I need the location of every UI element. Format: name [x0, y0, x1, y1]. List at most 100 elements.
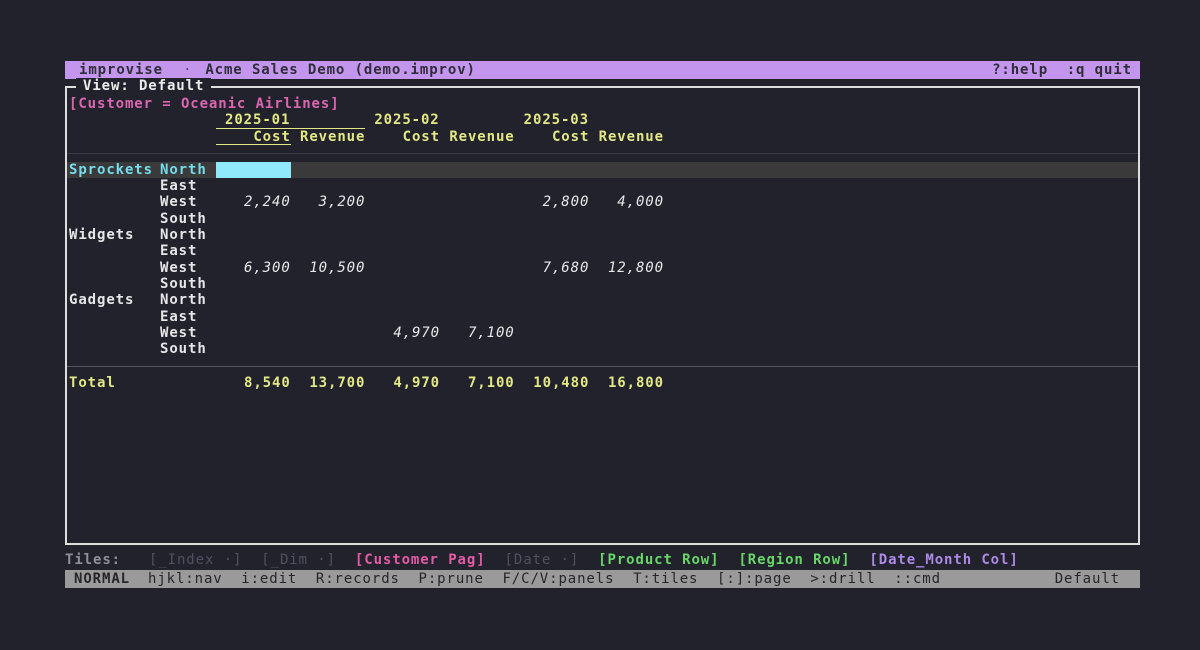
- cell-value[interactable]: [291, 292, 366, 308]
- cell-value[interactable]: [589, 276, 664, 292]
- cell-product[interactable]: [67, 178, 160, 194]
- cell-region[interactable]: West: [160, 325, 216, 341]
- measure-header[interactable]: Cost: [216, 129, 291, 145]
- cell-product[interactable]: [67, 325, 160, 341]
- cell-value[interactable]: [589, 243, 664, 259]
- cell-value[interactable]: [291, 325, 366, 341]
- cell-value[interactable]: [515, 243, 590, 259]
- cell-value[interactable]: 4,970: [365, 325, 440, 341]
- measure-header[interactable]: Revenue: [291, 129, 366, 145]
- cell-value[interactable]: [216, 309, 291, 325]
- cell-value[interactable]: [216, 178, 291, 194]
- cell-value[interactable]: [365, 227, 440, 243]
- cell-value[interactable]: [291, 227, 366, 243]
- measure-header[interactable]: Cost: [365, 129, 440, 145]
- cell-value[interactable]: [440, 227, 515, 243]
- cell-region[interactable]: North: [160, 227, 216, 243]
- cell-product[interactable]: [67, 260, 160, 276]
- cell-value[interactable]: [515, 325, 590, 341]
- cell-value[interactable]: 7,100: [440, 325, 515, 341]
- cell-value[interactable]: [589, 292, 664, 308]
- cell-region[interactable]: South: [160, 211, 216, 227]
- cell-value[interactable]: [216, 276, 291, 292]
- cell-value[interactable]: [365, 178, 440, 194]
- cell-region[interactable]: West: [160, 194, 216, 210]
- cell-value[interactable]: [365, 194, 440, 210]
- cell-value[interactable]: [291, 243, 366, 259]
- cell-value[interactable]: 12,800: [589, 260, 664, 276]
- cell-value[interactable]: [515, 162, 590, 178]
- cell-value[interactable]: 6,300: [216, 260, 291, 276]
- cell-value[interactable]: 3,200: [291, 194, 366, 210]
- cell-value[interactable]: [440, 194, 515, 210]
- tile-green[interactable]: [Region Row]: [738, 552, 850, 568]
- cell-value[interactable]: [216, 243, 291, 259]
- cell-product[interactable]: [67, 341, 160, 357]
- measure-header[interactable]: Cost: [515, 129, 590, 145]
- measure-header[interactable]: Revenue: [440, 129, 515, 145]
- cell-region[interactable]: East: [160, 178, 216, 194]
- cell-value[interactable]: 2,800: [515, 194, 590, 210]
- cell-value[interactable]: [515, 178, 590, 194]
- cell-region[interactable]: North: [160, 162, 216, 178]
- cell-value[interactable]: [216, 341, 291, 357]
- cell-value[interactable]: [365, 211, 440, 227]
- cell-value[interactable]: [440, 178, 515, 194]
- cell-value[interactable]: [589, 341, 664, 357]
- cell-product[interactable]: [67, 276, 160, 292]
- cell-value[interactable]: [440, 162, 515, 178]
- cell-value[interactable]: [589, 211, 664, 227]
- cell-value[interactable]: 2,240: [216, 194, 291, 210]
- cell-value[interactable]: [440, 309, 515, 325]
- cell-value[interactable]: [440, 276, 515, 292]
- cell-value[interactable]: [291, 309, 366, 325]
- measure-header[interactable]: Revenue: [589, 129, 664, 145]
- cell-product[interactable]: [67, 309, 160, 325]
- tile-dim[interactable]: [_Index ·]: [149, 552, 242, 568]
- cell-product[interactable]: Widgets: [67, 227, 160, 243]
- cell-region[interactable]: South: [160, 276, 216, 292]
- cell-value[interactable]: [291, 178, 366, 194]
- cell-value[interactable]: [216, 211, 291, 227]
- cell-value[interactable]: [216, 162, 291, 178]
- cell-value[interactable]: [589, 227, 664, 243]
- cell-region[interactable]: North: [160, 292, 216, 308]
- cell-value[interactable]: [216, 292, 291, 308]
- cell-product[interactable]: [67, 243, 160, 259]
- cell-value[interactable]: [515, 227, 590, 243]
- cell-value[interactable]: [515, 309, 590, 325]
- cell-value[interactable]: [291, 162, 366, 178]
- cell-value[interactable]: [589, 162, 664, 178]
- cell-region[interactable]: South: [160, 341, 216, 357]
- cell-value[interactable]: [365, 243, 440, 259]
- cell-value[interactable]: [365, 341, 440, 357]
- cell-value[interactable]: [291, 341, 366, 357]
- cell-product[interactable]: Gadgets: [67, 292, 160, 308]
- cell-value[interactable]: [515, 211, 590, 227]
- cell-value[interactable]: [515, 292, 590, 308]
- cell-region[interactable]: West: [160, 260, 216, 276]
- cell-value[interactable]: 7,680: [515, 260, 590, 276]
- cell-product[interactable]: [67, 211, 160, 227]
- cell-value[interactable]: [365, 276, 440, 292]
- cell-value[interactable]: [365, 292, 440, 308]
- tile-dim[interactable]: [Date ·]: [505, 552, 580, 568]
- cell-region[interactable]: East: [160, 243, 216, 259]
- cell-value[interactable]: [440, 260, 515, 276]
- cell-value[interactable]: [589, 309, 664, 325]
- cell-value[interactable]: [440, 211, 515, 227]
- cell-value[interactable]: [515, 276, 590, 292]
- cell-product[interactable]: [67, 194, 160, 210]
- month-header[interactable]: 2025-02: [365, 112, 514, 128]
- cell-value[interactable]: [440, 243, 515, 259]
- cell-value[interactable]: [440, 341, 515, 357]
- cell-value[interactable]: [589, 325, 664, 341]
- filter-chip[interactable]: [Customer = Oceanic Airlines]: [67, 96, 1138, 112]
- cell-value[interactable]: 4,000: [589, 194, 664, 210]
- cell-product[interactable]: Sprockets: [67, 162, 160, 178]
- cell-value[interactable]: [216, 227, 291, 243]
- month-header[interactable]: 2025-03: [515, 112, 664, 128]
- cell-value[interactable]: [365, 260, 440, 276]
- cell-value[interactable]: [291, 211, 366, 227]
- cell-value[interactable]: [515, 341, 590, 357]
